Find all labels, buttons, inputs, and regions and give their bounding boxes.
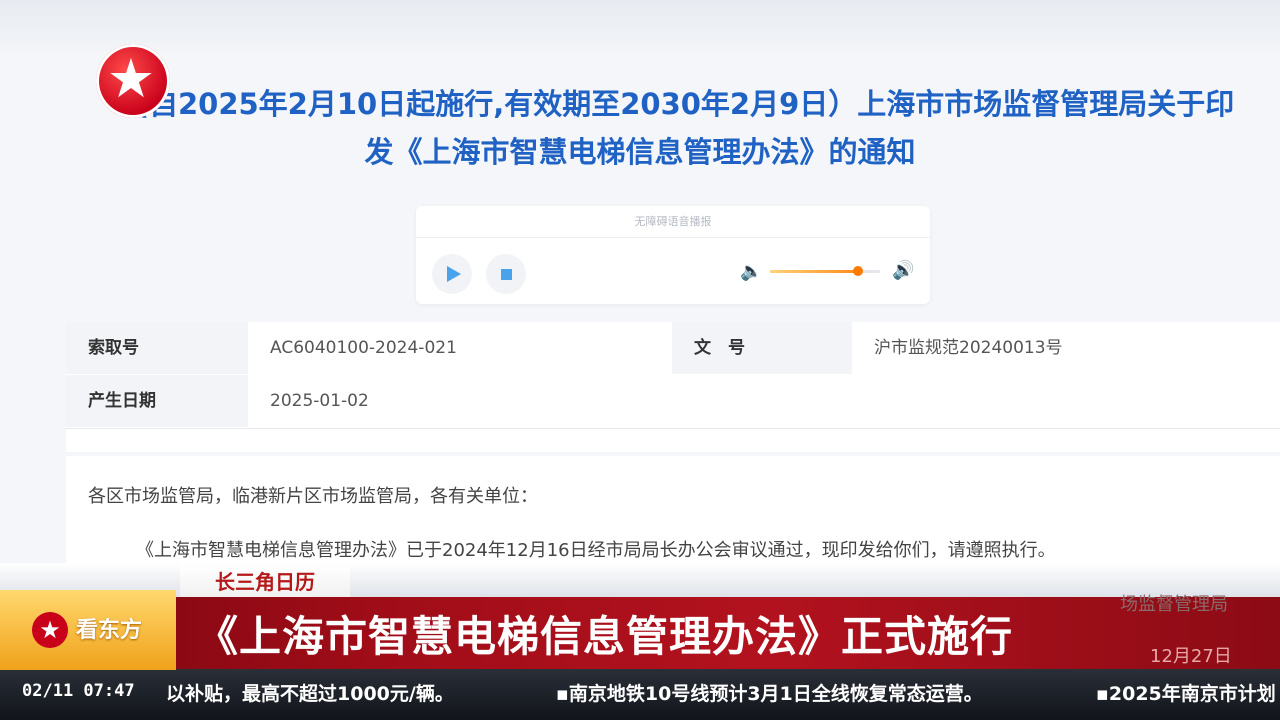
signature-partial: 场监督管理局: [1120, 594, 1228, 615]
audio-player: 无障碍语音播报 🔈 🔊: [416, 206, 930, 304]
date-value: 2025-01-02: [270, 391, 369, 411]
document-number-label: 文 号: [672, 322, 852, 374]
ticker-item: ▪2025年南京市计划: [1096, 683, 1276, 705]
salutation: 各区市场监管局，临港新片区市场监管局，各有关单位：: [88, 486, 538, 507]
document-title-line2: 发《上海市智慧电梯信息管理办法》的通知: [364, 135, 916, 169]
body-paragraph: 《上海市智慧电梯信息管理办法》已于2024年12月16日经市局局长办公会审议通过…: [136, 540, 1056, 561]
metadata-row: 索取号 AC6040100-2024-021 文 号 沪市监规范20240013…: [66, 322, 1280, 374]
news-headline: 《上海市智慧电梯信息管理办法》正式施行: [196, 612, 1014, 661]
document-number-value: 沪市监规范20240013号: [874, 338, 1063, 358]
volume-slider-fill: [770, 270, 858, 273]
document-title-line1: (自2025年2月10日起施行,有效期至2030年2月9日）上海市市场监督管理局…: [135, 87, 1235, 121]
volume-low-icon[interactable]: 🔈: [740, 261, 762, 282]
ticker-item: ▪南京地铁10号线预计3月1日全线恢复常态运营。: [556, 683, 983, 705]
program-brand: 看东方: [76, 618, 143, 643]
metadata-row: 产生日期 2025-01-02: [66, 375, 1280, 427]
volume-slider-handle[interactable]: [853, 266, 863, 276]
browser-top-bar: [0, 0, 1280, 52]
dragon-tv-mini-logo: ★: [32, 612, 68, 648]
ticker-item: 以补贴，最高不超过1000元/辆。: [166, 683, 454, 705]
document-body: 各区市场监管局，临港新片区市场监管局，各有关单位： 《上海市智慧电梯信息管理办法…: [66, 456, 1280, 566]
brand-box: ★ 看东方: [0, 590, 176, 670]
date-label: 产生日期: [66, 375, 248, 427]
document-metadata-table: 索取号 AC6040100-2024-021 文 号 沪市监规范20240013…: [66, 322, 1280, 452]
volume-high-icon[interactable]: 🔊: [892, 260, 914, 281]
stop-button[interactable]: [486, 254, 526, 294]
index-number-value: AC6040100-2024-021: [270, 338, 457, 358]
play-icon: [447, 266, 461, 282]
ticker-clock: 02/11 07:47: [22, 681, 135, 701]
star-icon: ★: [106, 47, 156, 110]
play-button[interactable]: [432, 254, 472, 294]
index-number-label: 索取号: [66, 322, 248, 374]
news-ticker: 02/11 07:47 以补贴，最高不超过1000元/辆。 ▪南京地铁10号线预…: [0, 669, 1280, 720]
section-tag: 长三角日历: [180, 566, 350, 598]
divider: [66, 428, 1280, 429]
dragon-tv-logo: ★: [96, 44, 170, 118]
stop-icon: [500, 268, 512, 280]
audio-player-caption: 无障碍语音播报: [416, 206, 930, 238]
volume-slider[interactable]: [770, 266, 880, 276]
document-title: (自2025年2月10日起施行,有效期至2030年2月9日）上海市市场监督管理局…: [0, 80, 1280, 176]
date-partial: 12月27日: [1150, 646, 1232, 667]
